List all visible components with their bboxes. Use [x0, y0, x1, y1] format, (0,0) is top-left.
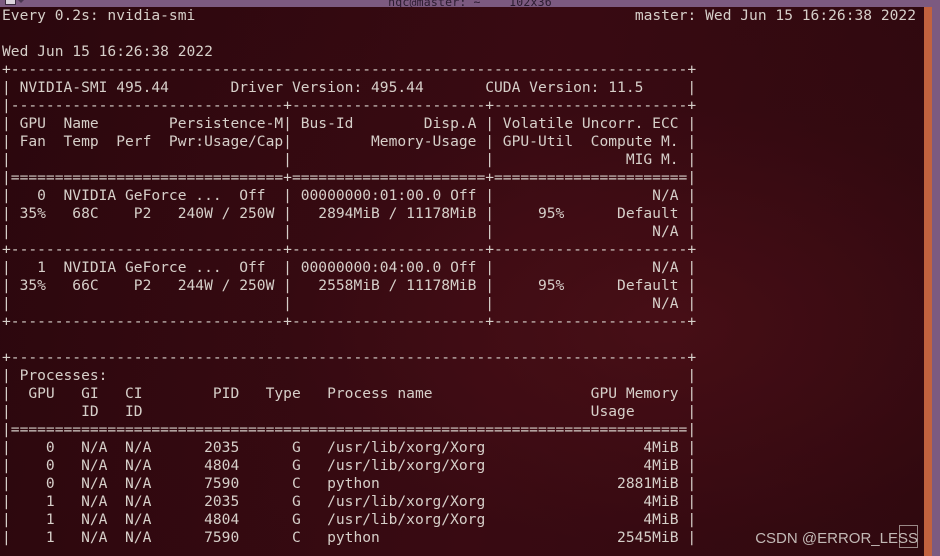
- terminal-screen[interactable]: Every 0.2s: nvidia-smi master: Wed Jun 15…: [0, 7, 924, 556]
- window-title-text: hqc@master: ~ 102x36: [388, 0, 552, 7]
- smi-rule-equals: |===============================+=======…: [2, 169, 697, 186]
- gpu1-row-line-2: | 35% 66C P2 244W / 250W | 2558MiB / 111…: [2, 277, 697, 294]
- date-line: Wed Jun 15 16:26:38 2022: [2, 43, 213, 60]
- watch-header: Every 0.2s: nvidia-smi master: Wed Jun 15…: [0, 7, 924, 25]
- gpu1-row-line-1: | 1 NVIDIA GeForce ... Off | 00000000:04…: [2, 259, 697, 276]
- smi-column-header-2: | Fan Temp Perf Pwr:Usage/Cap| Memory-Us…: [2, 133, 697, 150]
- window-titlebar[interactable]: hqc@master: ~ 102x36: [0, 0, 940, 7]
- process-row: | 1 N/A N/A 7590 C python 2545MiB |: [2, 529, 697, 546]
- smi-rule-thin-3: +-------------------------------+-------…: [2, 313, 697, 330]
- processes-rule-equals: |=======================================…: [2, 421, 697, 438]
- watch-host-time-label: master: Wed Jun 15 16:26:38 2022: [634, 7, 916, 24]
- gpu0-row-line-3: | | | N/A |: [2, 223, 697, 240]
- smi-rule-thin-2: +-------------------------------+-------…: [2, 241, 697, 258]
- watch-command-label: Every 0.2s: nvidia-smi: [2, 7, 196, 24]
- gpu0-row-line-1: | 0 NVIDIA GeForce ... Off | 00000000:01…: [2, 187, 697, 204]
- smi-rule-top: +---------------------------------------…: [2, 61, 697, 78]
- processes-column-header-1: | GPU GI CI PID Type Process name GPU Me…: [2, 385, 697, 402]
- process-row: | 0 N/A N/A 7590 C python 2881MiB |: [2, 475, 697, 492]
- window-right-border: [932, 0, 940, 556]
- processes-rule-top: +---------------------------------------…: [2, 349, 697, 366]
- smi-column-header-3: | | | MIG M. |: [2, 151, 697, 168]
- processes-title-line: | Processes: |: [2, 367, 697, 384]
- terminal-window: hqc@master: ~ 102x36 Every 0.2s: nvidia-…: [0, 0, 940, 556]
- gpu1-row-line-3: | | | N/A |: [2, 295, 697, 312]
- process-row: | 1 N/A N/A 2035 G /usr/lib/xorg/Xorg 4M…: [2, 493, 697, 510]
- smi-rule-thin-1: |-------------------------------+-------…: [2, 97, 697, 114]
- gpu0-row-line-2: | 35% 68C P2 240W / 250W | 2894MiB / 111…: [2, 205, 697, 222]
- processes-column-header-2: | ID ID Usage |: [2, 403, 697, 420]
- csdn-watermark: CSDN @ERROR_LESS: [755, 530, 918, 547]
- process-row: | 1 N/A N/A 4804 G /usr/lib/xorg/Xorg 4M…: [2, 511, 697, 528]
- scrollbar-thumb[interactable]: [924, 7, 932, 556]
- smi-column-header-1: | GPU Name Persistence-M| Bus-Id Disp.A …: [2, 115, 697, 132]
- terminal-scrollbar[interactable]: [924, 7, 932, 556]
- smi-version-header: | NVIDIA-SMI 495.44 Driver Version: 495.…: [2, 79, 697, 96]
- process-row: | 0 N/A N/A 2035 G /usr/lib/xorg/Xorg 4M…: [2, 439, 697, 456]
- process-row: | 0 N/A N/A 4804 G /usr/lib/xorg/Xorg 4M…: [2, 457, 697, 474]
